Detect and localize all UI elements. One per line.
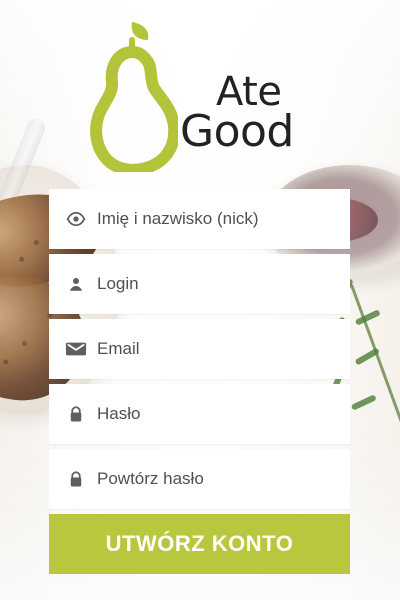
app-logo: Ate Good xyxy=(88,22,348,172)
herb-stem-image xyxy=(350,283,400,436)
password-input[interactable] xyxy=(97,384,350,444)
lock-icon xyxy=(65,403,87,425)
registration-form: UTWÓRZ KONTO xyxy=(49,189,350,574)
eye-icon xyxy=(65,208,87,230)
nick-input[interactable] xyxy=(97,189,350,249)
password-field[interactable] xyxy=(49,384,350,444)
nick-field[interactable] xyxy=(49,189,350,249)
fork-image xyxy=(0,115,48,235)
user-icon xyxy=(65,273,87,295)
email-field[interactable] xyxy=(49,319,350,379)
envelope-icon xyxy=(65,338,87,360)
herb-leaf-image xyxy=(354,347,381,366)
herb-leaf-image xyxy=(354,309,381,326)
create-account-button[interactable]: UTWÓRZ KONTO xyxy=(49,514,350,574)
repeat-password-input[interactable] xyxy=(97,449,350,509)
login-input[interactable] xyxy=(97,254,350,314)
brand-wordmark: Ate Good xyxy=(180,72,350,172)
repeat-password-field[interactable] xyxy=(49,449,350,509)
pear-logo-icon xyxy=(90,22,178,172)
register-screen: Ate Good Imię i nazwisko (nick) Login Em… xyxy=(0,0,400,600)
email-input[interactable] xyxy=(97,319,350,379)
login-field[interactable] xyxy=(49,254,350,314)
herb-leaf-image xyxy=(350,394,377,411)
brand-word-good: Good xyxy=(180,106,294,157)
lock-icon xyxy=(65,468,87,490)
